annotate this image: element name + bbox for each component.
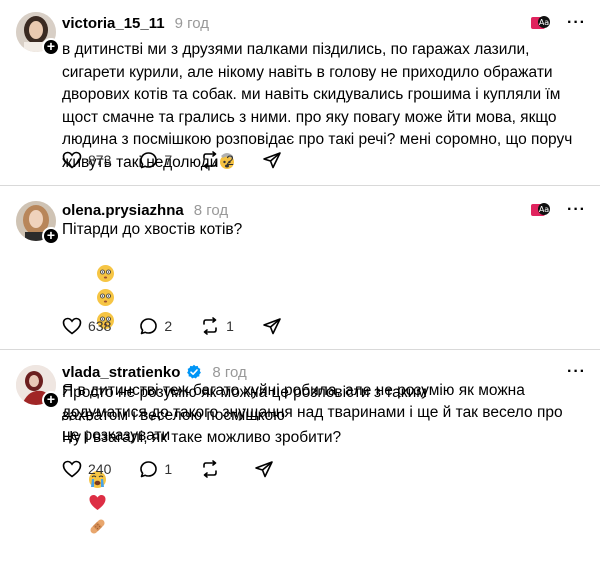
repost-count: 1 bbox=[226, 318, 234, 334]
share-icon bbox=[255, 461, 273, 478]
heart-emoji bbox=[89, 495, 106, 510]
more-options-icon[interactable]: ··· bbox=[567, 15, 586, 31]
repost-button[interactable]: 1 bbox=[200, 317, 234, 335]
post-body: Просто не розумію як можна це розповісти… bbox=[62, 382, 582, 450]
reply-count: 1 bbox=[164, 461, 173, 477]
reply-count: 7 bbox=[164, 152, 173, 168]
timestamp[interactable]: 9 год bbox=[175, 15, 209, 32]
post-text-line-2: Ну і взагалі, як таке можливо зробити? bbox=[62, 429, 342, 446]
like-button[interactable]: 240 bbox=[62, 460, 111, 478]
username[interactable]: olena.prysiazhna bbox=[62, 202, 184, 219]
more-options-icon[interactable]: ··· bbox=[567, 202, 586, 218]
more-options-icon[interactable]: ··· bbox=[567, 364, 586, 380]
share-button[interactable] bbox=[254, 460, 280, 478]
post-2: + olena.prysiazhna 8 год Aa ··· Пітарди … bbox=[0, 186, 600, 534]
flushed-face-emoji-group bbox=[62, 265, 115, 354]
heart-icon bbox=[62, 317, 82, 335]
like-count: 638 bbox=[88, 318, 112, 334]
username[interactable]: victoria_15_11 bbox=[62, 15, 165, 32]
avatar[interactable]: + bbox=[16, 12, 60, 56]
post-3: + vlada_stratienko 8 год ··· Просто не р… bbox=[0, 350, 600, 485]
share-icon bbox=[263, 318, 281, 335]
heart-icon bbox=[62, 151, 82, 169]
repost-icon bbox=[203, 460, 217, 478]
timestamp[interactable]: 8 год bbox=[194, 202, 228, 219]
flushed-face-emoji bbox=[97, 265, 115, 282]
translate-icon[interactable]: Aa bbox=[531, 201, 551, 219]
share-button[interactable] bbox=[262, 151, 288, 169]
svg-text:Aa: Aa bbox=[539, 205, 549, 214]
avatar[interactable]: + bbox=[16, 201, 60, 245]
repost-icon bbox=[203, 317, 217, 335]
like-button[interactable]: 873 bbox=[62, 151, 111, 169]
share-button[interactable] bbox=[262, 317, 288, 335]
verified-badge-icon bbox=[187, 364, 202, 379]
reply-button[interactable]: 2 bbox=[139, 317, 172, 336]
comment-icon bbox=[140, 151, 158, 168]
reply-button[interactable]: 7 bbox=[139, 151, 172, 170]
follow-plus-icon[interactable]: + bbox=[42, 38, 60, 56]
reply-count: 2 bbox=[164, 318, 173, 334]
post-text-line-1: Пітарди до хвостів котів? bbox=[62, 221, 243, 238]
reply-button[interactable]: 1 bbox=[139, 460, 172, 479]
username[interactable]: vlada_stratienko bbox=[62, 364, 180, 381]
post-text-line-1: Просто не розумію як можна це розповісти… bbox=[62, 384, 432, 424]
repost-count: 2 bbox=[226, 152, 234, 168]
like-count: 873 bbox=[88, 152, 112, 168]
avatar[interactable]: + bbox=[16, 365, 60, 409]
translate-icon[interactable]: Aa bbox=[531, 14, 551, 32]
timestamp[interactable]: 8 год bbox=[212, 364, 246, 381]
repost-icon bbox=[203, 151, 217, 169]
comment-icon bbox=[140, 317, 158, 334]
like-count: 240 bbox=[88, 461, 112, 477]
share-icon bbox=[263, 152, 281, 169]
svg-text:Aa: Aa bbox=[539, 18, 549, 27]
comment-icon bbox=[140, 460, 158, 477]
like-button[interactable]: 638 bbox=[62, 317, 111, 335]
bandage-emoji bbox=[90, 518, 105, 534]
follow-plus-icon[interactable]: + bbox=[42, 227, 60, 245]
flushed-face-emoji bbox=[97, 288, 115, 306]
repost-button[interactable]: 2 bbox=[200, 151, 234, 169]
follow-plus-icon[interactable]: + bbox=[42, 391, 60, 409]
repost-button[interactable] bbox=[200, 460, 226, 478]
post-1: + victoria_15_11 9 год Aa ··· в дитинств… bbox=[0, 0, 600, 182]
heart-icon bbox=[62, 460, 82, 478]
